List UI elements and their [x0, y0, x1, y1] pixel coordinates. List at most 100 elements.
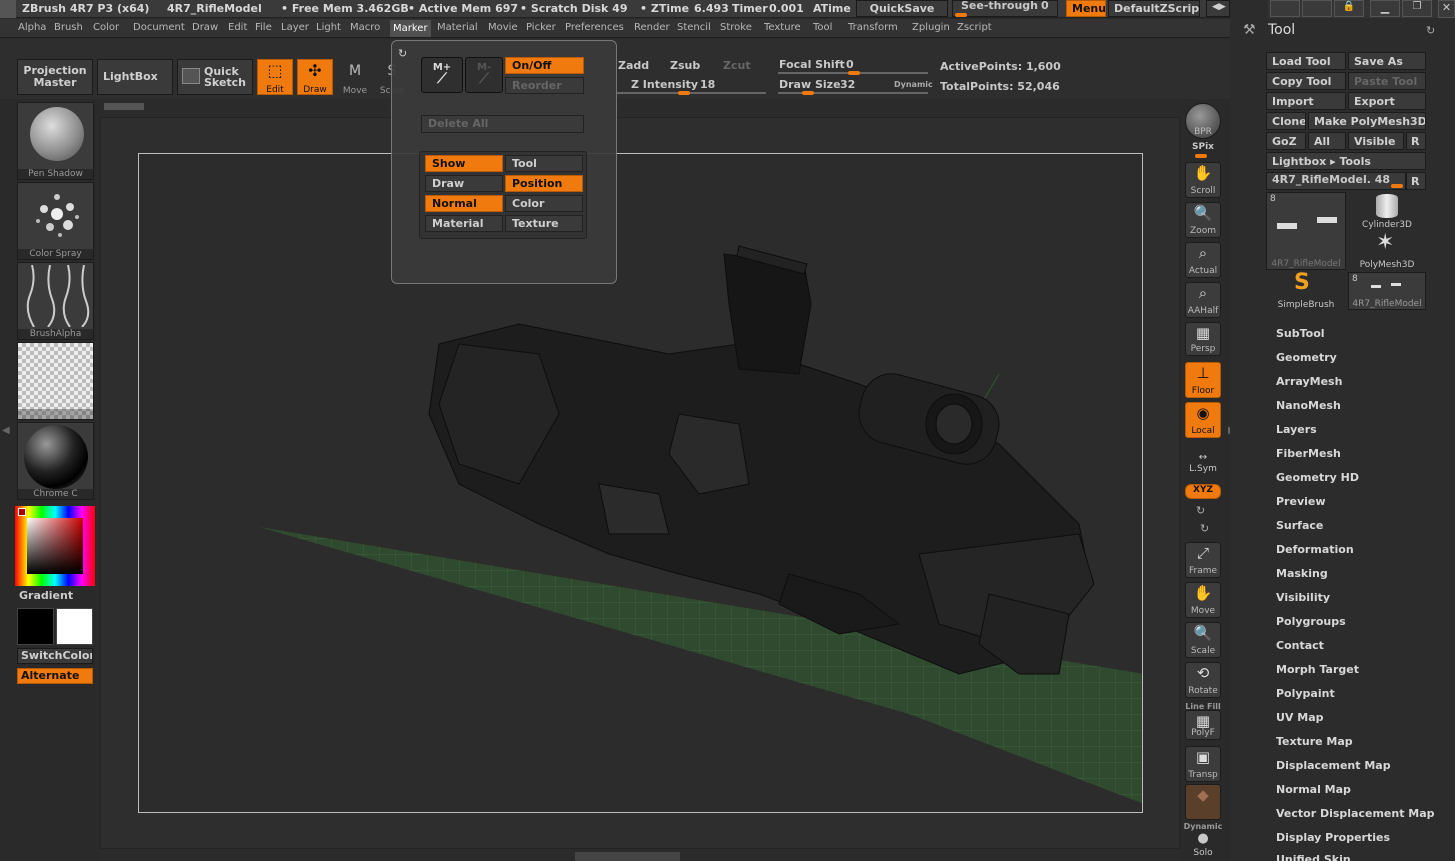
menu-transform[interactable]: Transform: [848, 22, 898, 33]
subpalette-texture-map[interactable]: Texture Map: [1276, 735, 1353, 748]
draw-button[interactable]: ✣ Draw: [297, 59, 333, 95]
load-tool-button[interactable]: Load Tool: [1266, 52, 1346, 70]
marker-on-off-button[interactable]: On/Off: [505, 57, 584, 74]
scale-view-button[interactable]: 🔍 Scale: [1185, 622, 1221, 658]
move-view-button[interactable]: ✋ Move: [1185, 582, 1221, 618]
tool-tile-rifle-selected[interactable]: 8 4R7_RifleModel: [1266, 192, 1346, 270]
current-tool-knob[interactable]: [1391, 184, 1403, 188]
close-icon[interactable]: ✕: [1438, 0, 1455, 18]
menu-color[interactable]: Color: [93, 22, 119, 33]
color-picker[interactable]: [15, 506, 95, 586]
menu-file[interactable]: File: [255, 22, 272, 33]
make-polymesh-button[interactable]: Make PolyMesh3D: [1308, 112, 1426, 130]
marker-position-toggle[interactable]: Position: [505, 175, 583, 192]
subpalette-masking[interactable]: Masking: [1276, 567, 1328, 580]
quick-sketch-button[interactable]: Quick Sketch: [177, 59, 253, 95]
alternate-button[interactable]: Alternate: [17, 668, 93, 684]
texture-thumbnail[interactable]: BrushTxtr: [17, 342, 94, 420]
scroll-arrows-icon[interactable]: ◀▶: [1206, 0, 1230, 17]
zadd-button[interactable]: Zadd: [618, 59, 649, 72]
subpalette-display-properties[interactable]: Display Properties: [1276, 831, 1390, 844]
copy-tool-button[interactable]: Copy Tool: [1266, 72, 1346, 90]
subpalette-morph-target[interactable]: Morph Target: [1276, 663, 1359, 676]
menu-marker[interactable]: Marker: [390, 20, 431, 37]
ghost-button[interactable]: ◆: [1185, 784, 1221, 820]
secondary-color-swatch[interactable]: [56, 608, 93, 645]
alpha-thumbnail[interactable]: BrushAlpha: [17, 262, 94, 340]
actual-button[interactable]: ⌕ Actual: [1185, 242, 1221, 278]
solo-button[interactable]: ● Solo: [1185, 830, 1221, 860]
goz-button[interactable]: GoZ: [1266, 132, 1306, 150]
tool-r-button[interactable]: R: [1406, 172, 1426, 190]
transp-button[interactable]: ▣ Transp: [1185, 746, 1221, 782]
paste-tool-button[interactable]: Paste Tool: [1348, 72, 1426, 90]
marker-reorder-button[interactable]: Reorder: [505, 77, 584, 94]
menu-texture[interactable]: Texture: [764, 22, 801, 33]
polyf-button[interactable]: ▦ PolyF: [1185, 710, 1221, 740]
goz-visible-button[interactable]: Visible: [1348, 132, 1404, 150]
subpalette-polygroups[interactable]: Polygroups: [1276, 615, 1346, 628]
subpalette-surface[interactable]: Surface: [1276, 519, 1323, 532]
frame-button[interactable]: ⤢ Frame: [1185, 542, 1221, 578]
popup-pin-icon[interactable]: ↻: [398, 47, 410, 60]
menu-edit[interactable]: Edit: [228, 22, 247, 33]
color-square[interactable]: [27, 518, 83, 574]
menu-draw[interactable]: Draw: [192, 22, 218, 33]
menu-render[interactable]: Render: [634, 22, 670, 33]
subpalette-visibility[interactable]: Visibility: [1276, 591, 1330, 604]
tool-tile-polymesh[interactable]: ✶ PolyMesh3D: [1348, 230, 1426, 270]
rotate-z-icon[interactable]: ↻: [1200, 522, 1209, 535]
edit-button[interactable]: ⬚ Edit: [257, 59, 293, 95]
export-button[interactable]: Export: [1348, 92, 1426, 110]
default-zscript-button[interactable]: DefaultZScript: [1108, 0, 1200, 17]
marker-remove-button[interactable]: M- ⟋: [465, 57, 503, 93]
bpr-button[interactable]: BPR: [1185, 103, 1221, 139]
spix-knob[interactable]: [1195, 154, 1207, 158]
brush-thumbnail[interactable]: Pen Shadow: [17, 102, 94, 180]
subpalette-deformation[interactable]: Deformation: [1276, 543, 1354, 556]
quicksave-button[interactable]: QuickSave: [856, 0, 948, 17]
palette-refresh-icon[interactable]: ↻: [1426, 24, 1435, 37]
subpalette-normal-map[interactable]: Normal Map: [1276, 783, 1351, 796]
zoom-button[interactable]: 🔍 Zoom: [1185, 202, 1221, 238]
layout-a-icon[interactable]: [1270, 0, 1300, 17]
rotate-y-icon[interactable]: ↻: [1196, 504, 1205, 517]
menu-macro[interactable]: Macro: [350, 22, 380, 33]
menu-preferences[interactable]: Preferences: [565, 22, 624, 33]
marker-color-toggle[interactable]: Color: [505, 195, 583, 212]
focal-shift-slider[interactable]: Focal Shift 0: [778, 58, 933, 76]
z-intensity-slider[interactable]: Z Intensity 18: [616, 78, 766, 96]
marker-material-toggle[interactable]: Material: [425, 215, 503, 232]
zsub-button[interactable]: Zsub: [670, 59, 700, 72]
subpalette-arraymesh[interactable]: ArrayMesh: [1276, 375, 1342, 388]
menu-zplugin[interactable]: Zplugin: [912, 22, 950, 33]
subpalette-vector-displacement-map[interactable]: Vector Displacement Map: [1276, 807, 1435, 820]
maximize-icon[interactable]: ❐: [1402, 0, 1432, 17]
see-through-slider[interactable]: See-through 0: [952, 0, 1058, 17]
bottom-shelf-handle[interactable]: [575, 852, 680, 861]
subpalette-preview[interactable]: Preview: [1276, 495, 1326, 508]
tool-palette-title[interactable]: Tool: [1268, 22, 1295, 38]
menu-layer[interactable]: Layer: [281, 22, 309, 33]
menu-zscript[interactable]: Zscript: [957, 22, 992, 33]
menu-alpha[interactable]: Alpha: [18, 22, 46, 33]
marker-delete-all-button[interactable]: Delete All: [421, 115, 584, 133]
marker-texture-toggle[interactable]: Texture: [505, 215, 583, 232]
draw-size-knob[interactable]: [802, 91, 814, 95]
shelf-handle[interactable]: [104, 103, 144, 110]
marker-add-button[interactable]: M+ ⟋: [421, 57, 463, 93]
see-through-knob[interactable]: [955, 13, 967, 17]
subpalette-displacement-map[interactable]: Displacement Map: [1276, 759, 1391, 772]
menu-stroke[interactable]: Stroke: [720, 22, 752, 33]
subpalette-uv-map[interactable]: UV Map: [1276, 711, 1324, 724]
persp-button[interactable]: ▦ Persp: [1185, 322, 1221, 356]
menu-picker[interactable]: Picker: [526, 22, 556, 33]
subpalette-geometry[interactable]: Geometry: [1276, 351, 1337, 364]
gradient-label[interactable]: Gradient: [19, 589, 73, 602]
main-color-swatch[interactable]: [17, 608, 54, 645]
menu-tool[interactable]: Tool: [813, 22, 832, 33]
subpalette-nanomesh[interactable]: NanoMesh: [1276, 399, 1341, 412]
current-tool-slider[interactable]: 4R7_RifleModel. 48: [1266, 172, 1406, 190]
menu-stencil[interactable]: Stencil: [677, 22, 711, 33]
subpalette-fibermesh[interactable]: FiberMesh: [1276, 447, 1341, 460]
